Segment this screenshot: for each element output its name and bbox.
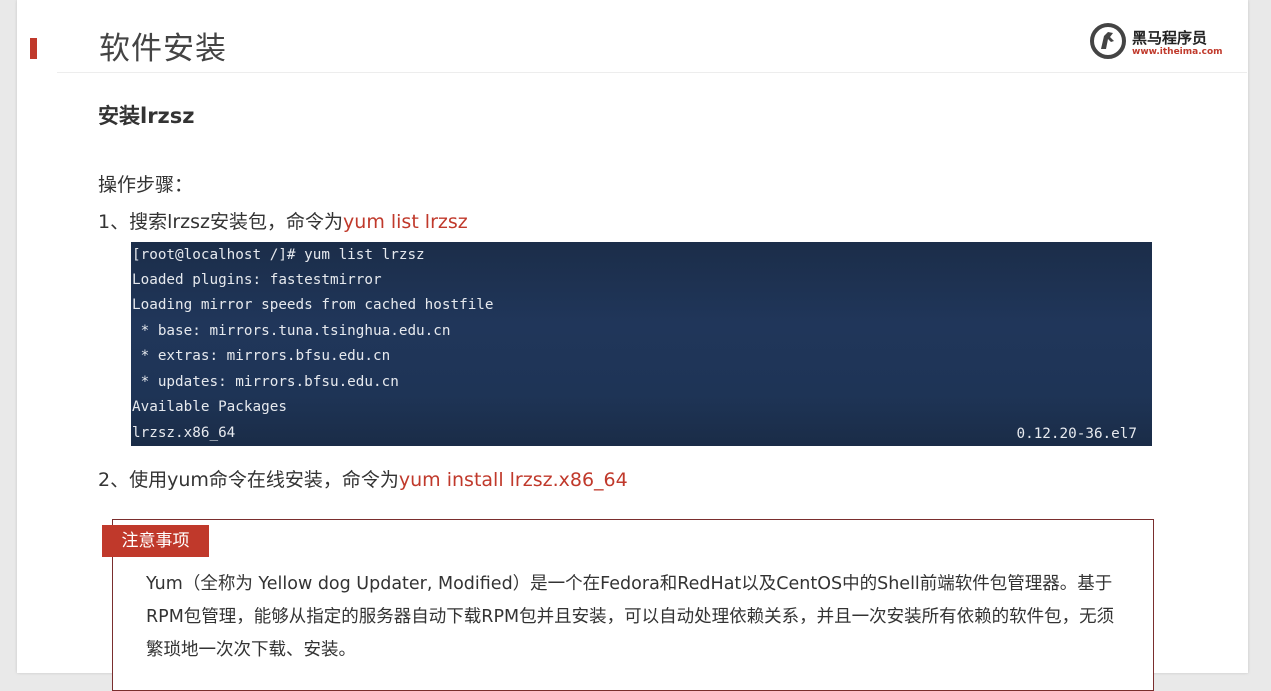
brand-logo: 黑马程序员 www.itheima.com: [1089, 22, 1223, 62]
step-2: 2、使用yum命令在线安装，命令为yum install lrzsz.x86_6…: [98, 465, 628, 492]
title-accent-bar: [30, 38, 37, 59]
step-2-command: yum install lrzsz.x86_64: [398, 469, 628, 491]
terminal-line: * extras: mirrors.bfsu.edu.cn: [132, 348, 391, 364]
terminal-line: lrzsz.x86_64: [132, 425, 236, 441]
note-text-line: Yum（全称为 Yellow dog Updater, Modified）是一个…: [146, 574, 1113, 594]
step-1: 1、搜索lrzsz安装包，命令为yum list lrzsz: [98, 207, 468, 234]
terminal-line: * base: mirrors.tuna.tsinghua.edu.cn: [132, 323, 451, 339]
title-divider: [57, 72, 1247, 73]
horse-logo-icon: [1090, 23, 1126, 59]
note-text-line: 繁琐地一次次下载、安装。: [146, 640, 356, 660]
terminal-line: [root@localhost /]# yum list lrzsz: [132, 247, 425, 263]
logo-name: 黑马程序员: [1132, 29, 1208, 47]
terminal-line: Available Packages: [132, 399, 287, 415]
note-tag: 注意事项: [102, 525, 209, 557]
note-text-line: RPM包管理，能够从指定的服务器自动下载RPM包并且安装，可以自动处理依赖关系，…: [146, 607, 1115, 627]
step-1-command: yum list lrzsz: [343, 211, 468, 233]
logo-url: www.itheima.com: [1132, 47, 1223, 57]
terminal-output: [root@localhost /]# yum list lrzsz Loade…: [131, 242, 1152, 446]
page-title: 软件安装: [99, 31, 227, 67]
terminal-line: Loaded plugins: fastestmirror: [132, 272, 382, 288]
slide: 软件安装 黑马程序员 www.itheima.com 安装lrzsz 操作步骤：…: [17, 0, 1248, 691]
step-1-text: 1、搜索lrzsz安装包，命令为: [98, 211, 344, 233]
terminal-line: Loading mirror speeds from cached hostfi…: [132, 297, 494, 313]
step-2-text: 2、使用yum命令在线安装，命令为: [98, 469, 399, 491]
steps-label: 操作步骤：: [98, 174, 194, 196]
package-version: 0.12.20-36.el7: [1016, 426, 1137, 442]
section-title: 安装lrzsz: [98, 104, 195, 128]
terminal-line: * updates: mirrors.bfsu.edu.cn: [132, 374, 399, 390]
